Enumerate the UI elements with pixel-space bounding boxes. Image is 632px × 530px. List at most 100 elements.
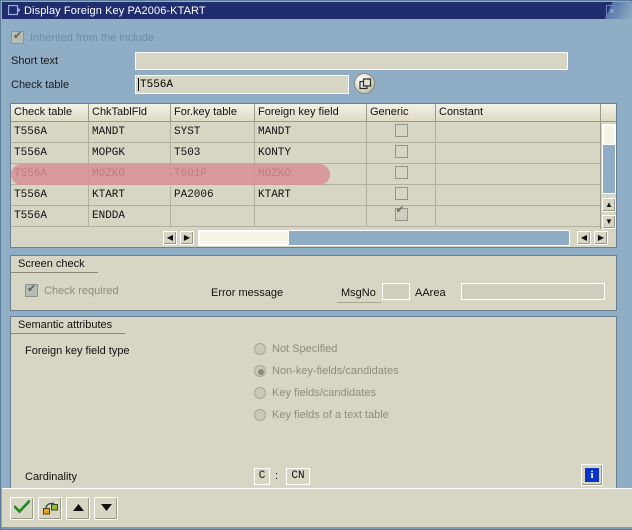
radio-icon[interactable] bbox=[254, 409, 266, 421]
information-icon[interactable]: i bbox=[581, 464, 603, 486]
msgno-underline bbox=[337, 302, 381, 303]
cell-for-key-table: T503 bbox=[171, 143, 255, 164]
radio-option-key-fields-of-text-table[interactable]: Key fields of a text table bbox=[254, 409, 389, 421]
toolbar-button-strip bbox=[10, 497, 118, 520]
cell-for-key-table bbox=[171, 206, 255, 227]
cell-constant bbox=[436, 206, 600, 227]
continue-button[interactable] bbox=[10, 497, 34, 520]
cell-foreign-key-field: MANDT bbox=[255, 122, 367, 143]
cell-check-table: T556A bbox=[11, 164, 89, 185]
radio-icon[interactable] bbox=[254, 343, 266, 355]
radio-label: Key fields/candidates bbox=[272, 387, 376, 399]
scroll-left-end-icon[interactable]: ◀ bbox=[577, 231, 591, 245]
scrollbar-corner bbox=[601, 104, 616, 122]
cell-constant bbox=[436, 164, 600, 185]
semantic-attributes-group-title: Semantic attributes bbox=[11, 317, 126, 334]
inherited-from-include-checkbox bbox=[11, 30, 24, 44]
cell-check-table: T556A bbox=[11, 206, 89, 227]
cell-foreign-key-field: KTART bbox=[255, 185, 367, 206]
cell-for-key-table: T001P bbox=[171, 164, 255, 185]
aarea-label: AArea bbox=[415, 287, 446, 299]
radio-option-not-specified[interactable]: Not Specified bbox=[254, 343, 337, 355]
cardinality-label: Cardinality bbox=[25, 471, 77, 483]
cell-chk-tabl-fld: MOPGK bbox=[89, 143, 171, 164]
inherited-from-include-label: Inherited from the include bbox=[30, 31, 155, 44]
cell-foreign-key-field: KONTY bbox=[255, 143, 367, 164]
radio-label: Non-key-fields/candidates bbox=[272, 365, 399, 377]
column-header-generic[interactable]: Generic bbox=[367, 104, 436, 122]
previous-button[interactable] bbox=[66, 497, 90, 520]
cell-constant bbox=[436, 185, 600, 206]
cell-check-table: T556A bbox=[11, 122, 89, 143]
vertical-scroll-thumb[interactable] bbox=[603, 125, 615, 145]
cardinality-left-input[interactable]: C bbox=[254, 468, 270, 485]
cell-generic[interactable] bbox=[367, 143, 436, 164]
check-required-row: Check required bbox=[25, 283, 119, 297]
cardinality-right-input[interactable]: CN bbox=[286, 468, 310, 485]
group-tab-slant bbox=[115, 317, 126, 334]
cell-generic[interactable] bbox=[367, 185, 436, 206]
table-horizontal-scrollbar[interactable]: ◀ ▶ ◀ ▶ bbox=[159, 229, 616, 247]
scroll-down-icon[interactable]: ▼ bbox=[602, 215, 616, 229]
generic-checkbox[interactable] bbox=[394, 165, 408, 179]
msgno-input[interactable] bbox=[382, 283, 410, 300]
table-row[interactable]: T556A MOPGK T503 KONTY bbox=[11, 143, 616, 164]
cell-check-table: T556A bbox=[11, 185, 89, 206]
table-row[interactable]: T556A MANDT SYST MANDT bbox=[11, 122, 616, 143]
cell-for-key-table: PA2006 bbox=[171, 185, 255, 206]
column-header-chk-tabl-fld[interactable]: ChkTablFld bbox=[89, 104, 171, 122]
cell-generic[interactable] bbox=[367, 164, 436, 185]
column-header-for-key-table[interactable]: For.key table bbox=[171, 104, 255, 122]
dialog-window-icon bbox=[7, 4, 21, 16]
horizontal-scroll-track[interactable] bbox=[198, 230, 570, 246]
search-help-icon[interactable] bbox=[354, 73, 375, 94]
group-tab-slant bbox=[87, 256, 98, 273]
info-glyph: i bbox=[585, 468, 599, 482]
scroll-left-icon[interactable]: ◀ bbox=[163, 231, 177, 245]
cell-generic[interactable] bbox=[367, 206, 436, 227]
foreign-key-fields-table[interactable]: Check table ChkTablFld For.key table For… bbox=[10, 103, 617, 248]
green-check-icon bbox=[13, 499, 31, 517]
generic-checkbox[interactable] bbox=[394, 186, 408, 200]
cell-for-key-table: SYST bbox=[171, 122, 255, 143]
short-text-input[interactable] bbox=[135, 52, 568, 70]
radio-icon[interactable] bbox=[254, 387, 266, 399]
column-header-check-table[interactable]: Check table bbox=[11, 104, 89, 122]
cell-generic[interactable] bbox=[367, 122, 436, 143]
radio-option-key-fields-candidates[interactable]: Key fields/candidates bbox=[254, 387, 376, 399]
cell-foreign-key-field: MOZKO bbox=[255, 164, 367, 185]
scroll-right-end-icon[interactable]: ▶ bbox=[594, 231, 608, 245]
radio-option-non-key-fields-candidates[interactable]: Non-key-fields/candidates bbox=[254, 365, 399, 377]
generic-checkbox[interactable] bbox=[394, 144, 408, 158]
where-used-button[interactable] bbox=[38, 497, 62, 520]
scroll-right-icon[interactable]: ▶ bbox=[180, 231, 194, 245]
table-row-selected[interactable]: T556A MOZKO T001P MOZKO bbox=[11, 164, 616, 185]
horizontal-scroll-thumb[interactable] bbox=[199, 231, 289, 245]
table-header-row: Check table ChkTablFld For.key table For… bbox=[11, 104, 616, 122]
close-icon[interactable]: × bbox=[606, 5, 618, 17]
check-table-label: Check table bbox=[11, 79, 70, 91]
msgno-label: MsgNo bbox=[341, 287, 376, 299]
aarea-input[interactable] bbox=[461, 283, 605, 300]
table-row[interactable]: T556A ENDDA bbox=[11, 206, 616, 227]
check-table-input[interactable]: T556A bbox=[135, 75, 349, 94]
cell-chk-tabl-fld: ENDDA bbox=[89, 206, 171, 227]
table-vertical-scrollbar[interactable]: ▲ ▼ bbox=[600, 104, 616, 247]
scroll-up-icon[interactable]: ▲ bbox=[602, 198, 616, 212]
title-bar: Display Foreign Key PA2006-KTART × bbox=[2, 2, 632, 19]
generic-checkbox[interactable] bbox=[394, 123, 408, 137]
cell-foreign-key-field bbox=[255, 206, 367, 227]
dialog-window: Display Foreign Key PA2006-KTART × Inher… bbox=[0, 0, 632, 530]
radio-icon-selected[interactable] bbox=[254, 365, 266, 377]
generic-checkbox-checked[interactable] bbox=[394, 206, 408, 221]
column-header-foreign-key-field[interactable]: Foreign key field bbox=[255, 104, 367, 122]
vertical-scroll-track[interactable] bbox=[602, 124, 616, 194]
next-button[interactable] bbox=[94, 497, 118, 520]
table-row[interactable]: T556A KTART PA2006 KTART bbox=[11, 185, 616, 206]
column-header-constant[interactable]: Constant bbox=[436, 104, 600, 122]
inherited-from-include-row: Inherited from the include bbox=[11, 30, 155, 44]
error-message-label: Error message bbox=[211, 287, 284, 299]
cell-chk-tabl-fld: MOZKO bbox=[89, 164, 171, 185]
cell-constant bbox=[436, 122, 600, 143]
cell-constant bbox=[436, 143, 600, 164]
